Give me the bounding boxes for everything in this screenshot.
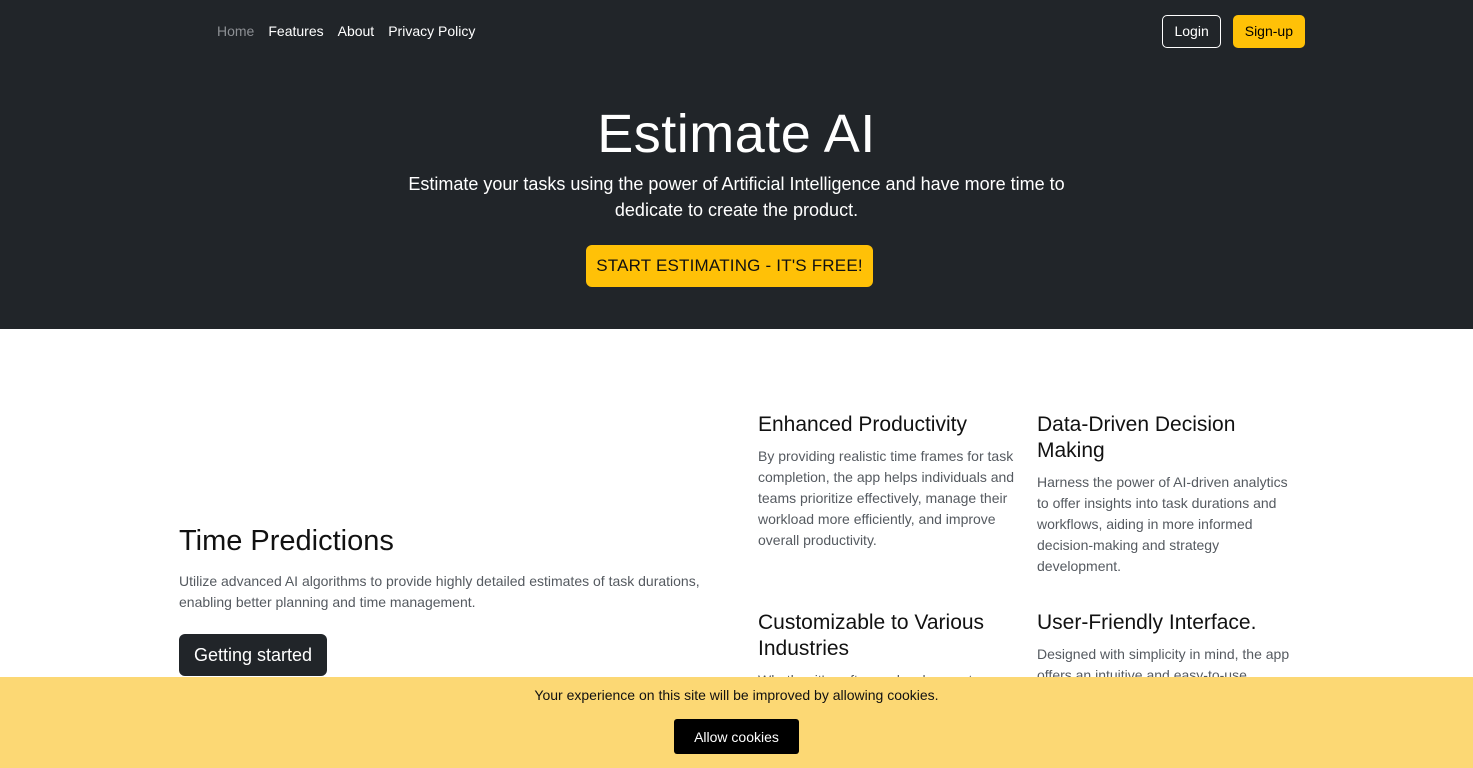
feature-title: Data-Driven Decision Making bbox=[1037, 413, 1236, 462]
nav-link-features[interactable]: Features bbox=[268, 22, 323, 40]
feature-title: Customizable to Various Industries bbox=[758, 611, 985, 660]
main-nav: Home Features About Privacy Policy bbox=[217, 22, 475, 40]
getting-started-button[interactable]: Getting started bbox=[179, 634, 328, 676]
section-description: Utilize advanced AI algorithms to provid… bbox=[179, 573, 700, 610]
feature-enhanced-productivity: Enhanced Productivity By providing reali… bbox=[758, 412, 1018, 551]
feature-text: Harness the power of AI-driven analytics… bbox=[1037, 474, 1288, 574]
feature-title: User-Friendly Interface. bbox=[1037, 611, 1257, 634]
start-estimating-button[interactable]: START ESTIMATING - IT'S FREE! bbox=[586, 245, 873, 287]
section-title: Time Predictions bbox=[179, 525, 394, 557]
cookie-message: Your experience on this site will be imp… bbox=[534, 687, 939, 703]
hero-header: Home Features About Privacy Policy Login… bbox=[0, 0, 1473, 329]
feature-text: By providing realistic time frames for t… bbox=[758, 448, 1015, 548]
auth-buttons: Login Sign-up bbox=[1162, 15, 1305, 48]
hero-title: Estimate AI bbox=[597, 104, 876, 164]
allow-cookies-button[interactable]: Allow cookies bbox=[674, 719, 799, 754]
feature-user-friendly-interface: User-Friendly Interface. Designed with s… bbox=[1037, 610, 1297, 686]
feature-data-driven-decision-making: Data-Driven Decision Making Harness the … bbox=[1037, 412, 1297, 577]
nav-link-about[interactable]: About bbox=[338, 22, 375, 40]
login-button[interactable]: Login bbox=[1162, 15, 1221, 48]
nav-link-privacy-policy[interactable]: Privacy Policy bbox=[388, 22, 475, 40]
nav-link-home[interactable]: Home bbox=[217, 22, 254, 40]
hero-subtitle: Estimate your tasks using the power of A… bbox=[408, 174, 1065, 220]
signup-button[interactable]: Sign-up bbox=[1232, 15, 1305, 48]
feature-title: Enhanced Productivity bbox=[758, 413, 967, 436]
time-predictions-section: Time Predictions Utilize advanced AI alg… bbox=[179, 523, 719, 676]
cookie-banner: Your experience on this site will be imp… bbox=[0, 677, 1473, 768]
